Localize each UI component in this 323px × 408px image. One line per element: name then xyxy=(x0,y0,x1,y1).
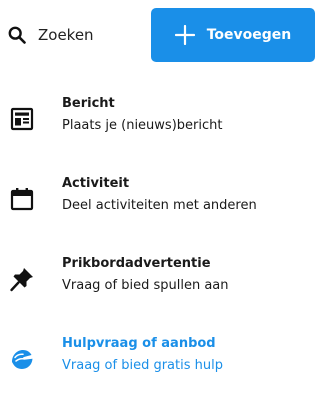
menu-item-title: Hulpvraag of aanbod xyxy=(62,336,216,351)
search-button[interactable]: Zoeken xyxy=(8,21,94,49)
menu-item-text: Bericht Plaats je (nieuws)bericht xyxy=(62,93,222,137)
add-button[interactable]: Toevoegen xyxy=(151,8,315,62)
menu-item-subtitle: Vraag of bied spullen aan xyxy=(62,278,229,293)
article-icon xyxy=(9,106,35,132)
menu-item-title: Prikbordadvertentie xyxy=(62,256,211,271)
menu-item-prikbordadvertentie[interactable]: Prikbordadvertentie Vraag of bied spulle… xyxy=(0,248,323,328)
plus-icon xyxy=(174,25,195,45)
menu-item-subtitle: Vraag of bied gratis hulp xyxy=(62,358,223,373)
pushpin-icon xyxy=(9,266,35,292)
menu-item-subtitle: Deel activiteiten met anderen xyxy=(62,198,257,213)
menu-item-text: Prikbordadvertentie Vraag of bied spulle… xyxy=(62,253,229,297)
menu-item-text: Activiteit Deel activiteiten met anderen xyxy=(62,173,257,217)
top-bar: Zoeken Toevoegen xyxy=(0,0,323,74)
helping-hand-icon xyxy=(9,346,35,372)
menu-item-activiteit[interactable]: Activiteit Deel activiteiten met anderen xyxy=(0,168,323,248)
menu-item-subtitle: Plaats je (nieuws)bericht xyxy=(62,118,223,133)
calendar-icon xyxy=(9,186,35,212)
search-label: Zoeken xyxy=(38,26,94,44)
menu-item-title: Bericht xyxy=(62,96,115,111)
add-menu: Bericht Plaats je (nieuws)bericht Activi… xyxy=(0,88,323,408)
search-icon xyxy=(8,26,26,44)
add-button-label: Toevoegen xyxy=(206,27,292,43)
menu-item-hulpvraag[interactable]: Hulpvraag of aanbod Vraag of bied gratis… xyxy=(0,328,323,408)
menu-item-bericht[interactable]: Bericht Plaats je (nieuws)bericht xyxy=(0,88,323,168)
menu-item-title: Activiteit xyxy=(62,176,130,191)
menu-item-text: Hulpvraag of aanbod Vraag of bied gratis… xyxy=(62,333,223,377)
